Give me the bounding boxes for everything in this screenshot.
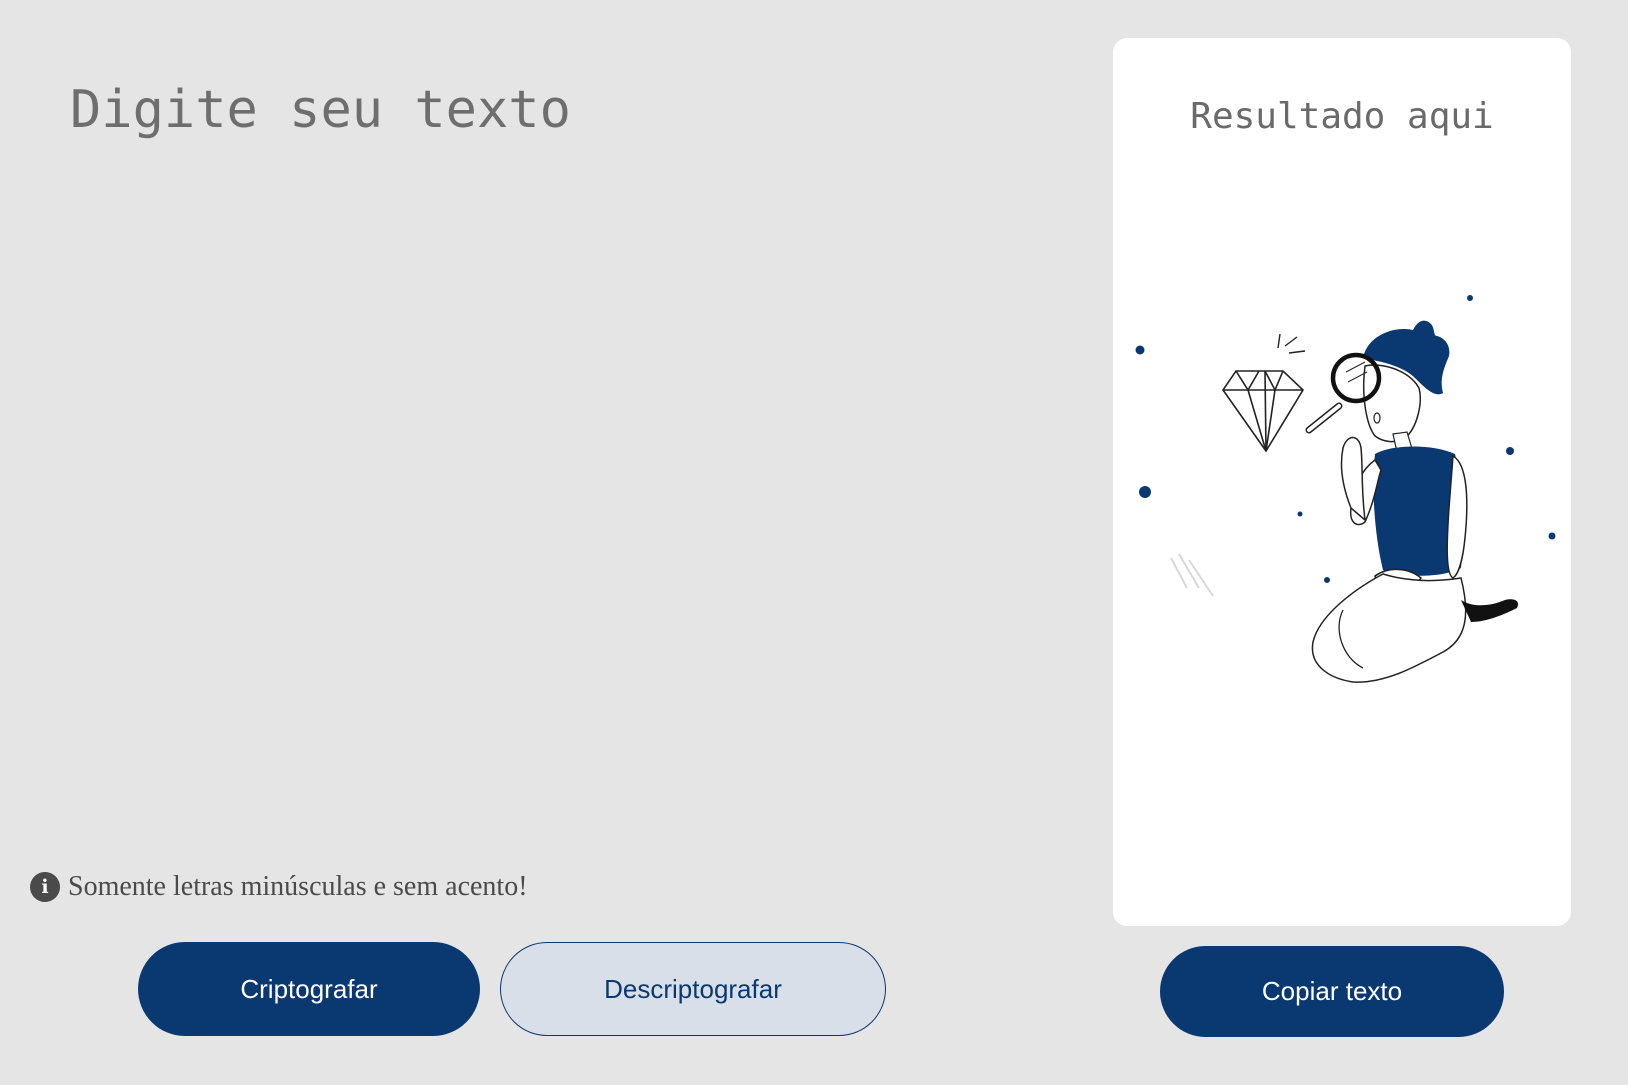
- sparkle-lines: [1277, 333, 1306, 354]
- encrypt-button[interactable]: Criptografar: [138, 942, 480, 1036]
- copy-text-button-label: Copiar texto: [1261, 976, 1403, 1006]
- encrypt-button-label: Criptografar: [240, 973, 378, 1004]
- illustration-dot: [1324, 577, 1330, 583]
- search-illustration: [1135, 295, 1556, 683]
- result-panel: Resultado aqui: [1113, 38, 1571, 926]
- copy-text-button[interactable]: Copiar texto: [1160, 946, 1504, 1037]
- info-hint: i Somente letras minúsculas e sem acento…: [30, 871, 528, 903]
- diamond-icon: [1222, 370, 1305, 453]
- illustration-dot: [1139, 486, 1151, 498]
- motion-marks: [1170, 553, 1214, 597]
- illustration-dot: [1135, 345, 1145, 355]
- text-input[interactable]: [70, 80, 1010, 800]
- info-icon: i: [30, 872, 60, 902]
- result-title: Resultado aqui: [1190, 96, 1494, 137]
- info-text: Somente letras minúsculas e sem acento!: [68, 871, 528, 902]
- decrypt-button-label: Descriptografar: [604, 973, 782, 1004]
- person-figure: [1305, 320, 1519, 683]
- decrypt-button[interactable]: Descriptografar: [500, 942, 886, 1036]
- illustration-dot: [1506, 447, 1514, 455]
- illustration-dot: [1297, 511, 1303, 517]
- page: i Somente letras minúsculas e sem acento…: [0, 0, 1628, 1085]
- illustration-dot: [1467, 295, 1473, 301]
- illustration-dot: [1548, 532, 1556, 540]
